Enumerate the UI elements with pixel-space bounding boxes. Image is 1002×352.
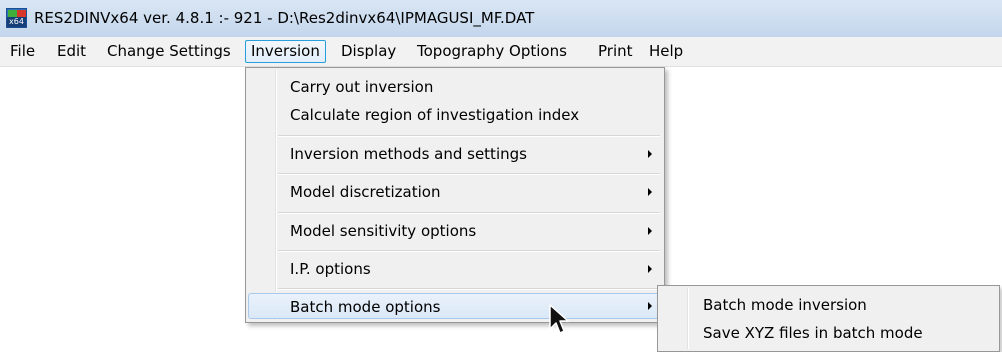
menu-item-batch-mode-options[interactable]: Batch mode options <box>248 293 662 319</box>
menu-item-model-discretization[interactable]: Model discretization <box>248 179 662 205</box>
menu-item-label: Calculate region of investigation index <box>290 106 580 124</box>
menu-item-label: Inversion methods and settings <box>290 145 527 163</box>
menu-separator <box>278 173 660 175</box>
submenu-arrow-icon <box>648 188 652 196</box>
app-icon-label: x64 <box>7 17 26 27</box>
menu-item-region-of-investigation[interactable]: Calculate region of investigation index <box>248 102 662 128</box>
menu-help[interactable]: Help <box>643 40 689 63</box>
menu-display[interactable]: Display <box>335 40 402 63</box>
inversion-menu: Carry out inversion Calculate region of … <box>245 67 665 323</box>
menu-item-label: I.P. options <box>290 260 371 278</box>
menu-separator <box>278 250 660 252</box>
batch-mode-submenu: Batch mode inversion Save XYZ files in b… <box>657 285 1000 352</box>
menu-item-label: Batch mode options <box>290 298 441 316</box>
app-icon[interactable]: x64 <box>6 8 27 28</box>
menu-topography-options[interactable]: Topography Options <box>411 40 573 63</box>
menu-item-label: Save XYZ files in batch mode <box>703 324 923 342</box>
menu-item-batch-mode-inversion[interactable]: Batch mode inversion <box>660 292 997 318</box>
menu-item-ip-options[interactable]: I.P. options <box>248 256 662 282</box>
menu-print[interactable]: Print <box>592 40 639 63</box>
menu-change-settings[interactable]: Change Settings <box>101 40 237 63</box>
window-title: RES2DINVx64 ver. 4.8.1 :- 921 - D:\Res2d… <box>34 9 535 27</box>
menu-item-model-sensitivity[interactable]: Model sensitivity options <box>248 218 662 244</box>
menu-edit[interactable]: Edit <box>51 40 92 63</box>
menu-item-carry-out-inversion[interactable]: Carry out inversion <box>248 74 662 100</box>
menu-item-label: Model discretization <box>290 183 441 201</box>
mouse-cursor-icon <box>549 304 569 334</box>
title-bar: x64 RES2DINVx64 ver. 4.8.1 :- 921 - D:\R… <box>0 0 1002 37</box>
menu-separator <box>278 135 660 137</box>
menu-item-save-xyz-batch[interactable]: Save XYZ files in batch mode <box>660 320 997 346</box>
menu-inversion[interactable]: Inversion <box>245 40 326 63</box>
menu-item-label: Carry out inversion <box>290 78 434 96</box>
submenu-arrow-icon <box>648 150 652 158</box>
submenu-arrow-icon <box>648 227 652 235</box>
submenu-arrow-icon <box>648 265 652 273</box>
menu-bar: File Edit Change Settings Inversion Disp… <box>0 37 1002 67</box>
submenu-arrow-icon <box>648 302 652 310</box>
menu-item-inversion-methods[interactable]: Inversion methods and settings <box>248 141 662 167</box>
menu-item-label: Model sensitivity options <box>290 222 477 240</box>
menu-separator <box>278 288 660 290</box>
menu-file[interactable]: File <box>4 40 41 63</box>
menu-item-label: Batch mode inversion <box>703 296 867 314</box>
menu-separator <box>278 212 660 214</box>
